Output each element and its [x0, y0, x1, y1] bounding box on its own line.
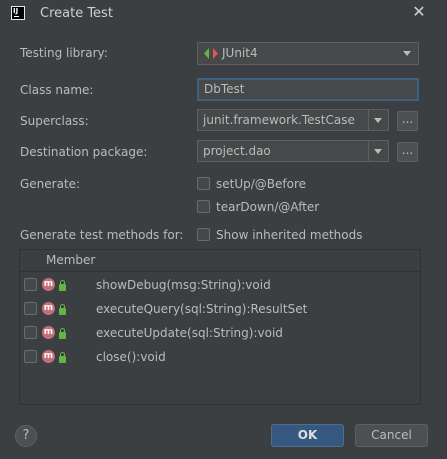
- class-name-label: Class name:: [20, 83, 94, 97]
- generate-label: Generate:: [20, 177, 81, 191]
- close-icon[interactable]: ✕: [410, 3, 428, 21]
- method-icon: m: [42, 326, 55, 339]
- testing-library-label: Testing library:: [20, 46, 108, 60]
- superclass-label: Superclass:: [20, 114, 89, 128]
- superclass-value: junit.framework.TestCase: [203, 113, 355, 127]
- destination-package-combo[interactable]: project.dao: [197, 140, 389, 162]
- lock-icon: [59, 304, 66, 315]
- dialog-title: Create Test: [40, 6, 113, 21]
- teardown-label: tearDown/@After: [216, 200, 320, 214]
- lock-icon: [59, 328, 66, 339]
- help-button[interactable]: ?: [15, 425, 37, 447]
- cancel-button[interactable]: Cancel: [355, 424, 428, 447]
- destination-browse-button[interactable]: ...: [397, 142, 418, 162]
- setup-label: setUp/@Before: [216, 177, 307, 191]
- setup-checkbox[interactable]: [197, 177, 210, 190]
- chevron-down-icon[interactable]: [368, 141, 388, 161]
- method-signature: close():void: [96, 350, 166, 364]
- destination-package-label: Destination package:: [20, 145, 148, 159]
- superclass-browse-button[interactable]: ...: [397, 111, 418, 131]
- teardown-checkbox[interactable]: [197, 200, 210, 213]
- show-inherited-label: Show inherited methods: [216, 228, 363, 242]
- chevron-down-icon[interactable]: [398, 43, 418, 64]
- table-header: Member: [20, 250, 420, 272]
- method-icon: m: [42, 278, 55, 291]
- testing-library-value: JUnit4: [222, 46, 258, 60]
- show-inherited-checkbox[interactable]: [197, 228, 210, 241]
- lock-icon: [59, 352, 66, 363]
- method-signature: executeUpdate(sql:String):void: [96, 326, 283, 340]
- table-row[interactable]: m executeQuery(sql:String):ResultSet: [20, 298, 420, 320]
- chevron-down-icon[interactable]: [368, 110, 388, 130]
- row-checkbox[interactable]: [24, 326, 37, 339]
- table-row[interactable]: m showDebug(msg:String):void: [20, 274, 420, 296]
- method-signature: executeQuery(sql:String):ResultSet: [96, 302, 308, 316]
- row-checkbox[interactable]: [24, 350, 37, 363]
- members-table: Member m showDebug(msg:String):void m ex…: [19, 249, 421, 405]
- methods-label: Generate test methods for:: [20, 228, 184, 242]
- intellij-app-icon: IJ: [11, 6, 25, 20]
- superclass-combo[interactable]: junit.framework.TestCase: [197, 109, 389, 131]
- class-name-input[interactable]: DbTest: [197, 78, 419, 101]
- method-signature: showDebug(msg:String):void: [96, 278, 271, 292]
- member-column-header: Member: [46, 253, 96, 267]
- row-checkbox[interactable]: [24, 278, 37, 291]
- method-icon: m: [42, 302, 55, 315]
- lock-icon: [59, 280, 66, 291]
- title-bar: IJ Create Test ✕: [0, 0, 447, 28]
- table-row[interactable]: m close():void: [20, 346, 420, 368]
- destination-package-value: project.dao: [203, 144, 271, 158]
- table-row[interactable]: m executeUpdate(sql:String):void: [20, 322, 420, 344]
- testing-library-select[interactable]: JUnit4: [197, 42, 419, 65]
- method-icon: m: [42, 350, 55, 363]
- junit-icon: [204, 48, 218, 59]
- ok-button[interactable]: OK: [271, 424, 344, 447]
- row-checkbox[interactable]: [24, 302, 37, 315]
